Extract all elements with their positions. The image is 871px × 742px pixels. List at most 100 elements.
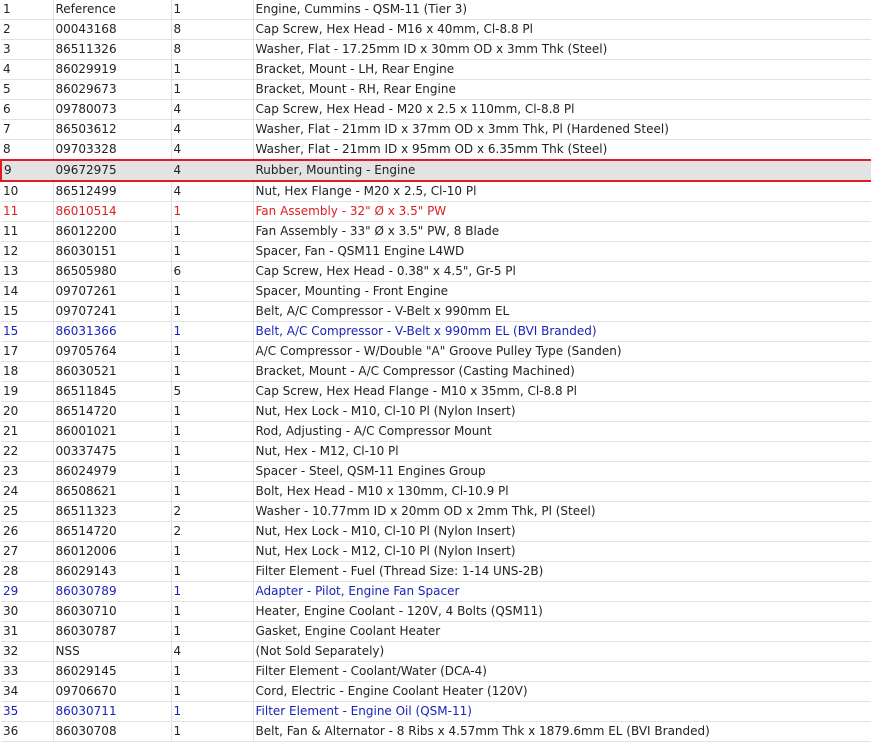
table-row-selected[interactable]: 9 09672975 4 Rubber, Mounting - Engine xyxy=(0,159,871,182)
part-number-cell: 00337475 xyxy=(53,441,172,462)
table-row[interactable]: 13 86505980 6 Cap Screw, Hex Head - 0.38" x… xyxy=(1,261,871,282)
quantity-cell: 1 xyxy=(171,621,254,642)
table-row[interactable]: 11 86010514 1 Fan Assembly - 32" Ø x 3.5" P… xyxy=(1,201,871,222)
quantity-cell: 4 xyxy=(171,99,254,120)
quantity-cell: 1 xyxy=(171,241,254,262)
item-number-cell: 24 xyxy=(1,481,54,502)
table-row[interactable]: 31 86030787 1 Gasket, Engine Coolant Heater xyxy=(1,621,871,642)
item-number-cell: 15 xyxy=(1,301,54,322)
quantity-cell: 2 xyxy=(171,501,254,522)
description-cell: Adapter - Pilot, Engine Fan Spacer xyxy=(253,581,871,602)
table-row[interactable]: 32 NSS 4 (Not Sold Separately) xyxy=(1,641,871,662)
parts-table: 1 Reference 1 Engine, Cummins - QSM-11 (Tie… xyxy=(0,0,871,742)
part-number-cell: 86030708 xyxy=(53,721,172,742)
part-number-cell: 86012200 xyxy=(53,221,172,242)
table-row[interactable]: 1 Reference 1 Engine, Cummins - QSM-11 (Tie… xyxy=(1,0,871,20)
description-cell: Cord, Electric - Engine Coolant Heater (… xyxy=(253,681,871,702)
description-cell: Nut, Hex Flange - M20 x 2.5, Cl-10 Pl xyxy=(253,181,871,202)
table-row[interactable]: 21 86001021 1 Rod, Adjusting - A/C Compress… xyxy=(1,421,871,442)
quantity-cell: 1 xyxy=(171,541,254,562)
table-row[interactable]: 11 86012200 1 Fan Assembly - 33" Ø x 3.5" P… xyxy=(1,221,871,242)
table-row[interactable]: 7 86503612 4 Washer, Flat - 21mm ID x 37mm … xyxy=(1,119,871,140)
quantity-cell: 1 xyxy=(171,79,254,100)
table-row[interactable]: 5 86029673 1 Bracket, Mount - RH, Rear Engi… xyxy=(1,79,871,100)
table-row[interactable]: 22 00337475 1 Nut, Hex - M12, Cl-10 Pl xyxy=(1,441,871,462)
description-cell: Fan Assembly - 33" Ø x 3.5" PW, 8 Blade xyxy=(253,221,871,242)
part-number-cell: 86514720 xyxy=(53,401,172,422)
quantity-cell: 1 xyxy=(171,461,254,482)
description-cell: Belt, A/C Compressor - V-Belt x 990mm EL… xyxy=(253,321,871,342)
description-cell: Spacer, Mounting - Front Engine xyxy=(253,281,871,302)
table-row[interactable]: 19 86511845 5 Cap Screw, Hex Head Flange - … xyxy=(1,381,871,402)
description-cell: Belt, A/C Compressor - V-Belt x 990mm EL xyxy=(253,301,871,322)
item-number-cell: 30 xyxy=(1,601,54,622)
part-number-cell: 86001021 xyxy=(53,421,172,442)
part-number-cell: 09780073 xyxy=(53,99,172,120)
table-row[interactable]: 4 86029919 1 Bracket, Mount - LH, Rear Engi… xyxy=(1,59,871,80)
description-cell: Filter Element - Fuel (Thread Size: 1-14… xyxy=(253,561,871,582)
table-row[interactable]: 33 86029145 1 Filter Element - Coolant/Wate… xyxy=(1,661,871,682)
table-row[interactable]: 34 09706670 1 Cord, Electric - Engine Coola… xyxy=(1,681,871,702)
table-row[interactable]: 15 09707241 1 Belt, A/C Compressor - V-Belt… xyxy=(1,301,871,322)
description-cell: Bracket, Mount - RH, Rear Engine xyxy=(253,79,871,100)
quantity-cell: 1 xyxy=(171,581,254,602)
quantity-cell: 1 xyxy=(171,301,254,322)
item-number-cell: 18 xyxy=(1,361,54,382)
table-row[interactable]: 2 00043168 8 Cap Screw, Hex Head - M16 x 40… xyxy=(1,19,871,40)
table-row[interactable]: 35 86030711 1 Filter Element - Engine Oil (… xyxy=(1,701,871,722)
item-number-cell: 26 xyxy=(1,521,54,542)
description-cell: Bracket, Mount - LH, Rear Engine xyxy=(253,59,871,80)
item-number-cell: 27 xyxy=(1,541,54,562)
quantity-cell: 1 xyxy=(171,561,254,582)
table-row[interactable]: 25 86511323 2 Washer - 10.77mm ID x 20mm OD… xyxy=(1,501,871,522)
description-cell: Nut, Hex Lock - M10, Cl-10 Pl (Nylon Ins… xyxy=(253,521,871,542)
description-cell: Washer - 10.77mm ID x 20mm OD x 2mm Thk,… xyxy=(253,501,871,522)
table-row[interactable]: 24 86508621 1 Bolt, Hex Head - M10 x 130mm,… xyxy=(1,481,871,502)
table-row[interactable]: 26 86514720 2 Nut, Hex Lock - M10, Cl-10 Pl… xyxy=(1,521,871,542)
description-cell: Rod, Adjusting - A/C Compressor Mount xyxy=(253,421,871,442)
description-cell: Spacer, Fan - QSM11 Engine L4WD xyxy=(253,241,871,262)
description-cell: Cap Screw, Hex Head - M16 x 40mm, Cl-8.8… xyxy=(253,19,871,40)
description-cell: Spacer - Steel, QSM-11 Engines Group xyxy=(253,461,871,482)
description-cell: Bolt, Hex Head - M10 x 130mm, Cl-10.9 Pl xyxy=(253,481,871,502)
quantity-cell: 2 xyxy=(171,521,254,542)
quantity-cell: 8 xyxy=(171,39,254,60)
part-number-cell: 86514720 xyxy=(53,521,172,542)
description-cell: Engine, Cummins - QSM-11 (Tier 3) xyxy=(253,0,871,20)
table-row[interactable]: 8 09703328 4 Washer, Flat - 21mm ID x 95mm … xyxy=(1,139,871,161)
description-cell: Filter Element - Engine Oil (QSM-11) xyxy=(253,701,871,722)
quantity-cell: 1 xyxy=(171,601,254,622)
table-row[interactable]: 30 86030710 1 Heater, Engine Coolant - 120V… xyxy=(1,601,871,622)
table-row[interactable]: 10 86512499 4 Nut, Hex Flange - M20 x 2.5, … xyxy=(1,181,871,202)
description-cell: Cap Screw, Hex Head - 0.38" x 4.5", Gr-5… xyxy=(253,261,871,282)
description-cell: Fan Assembly - 32" Ø x 3.5" PW xyxy=(253,201,871,222)
description-cell: (Not Sold Separately) xyxy=(253,641,871,662)
table-row[interactable]: 3 86511326 8 Washer, Flat - 17.25mm ID x 30… xyxy=(1,39,871,60)
table-row[interactable]: 23 86024979 1 Spacer - Steel, QSM-11 Engine… xyxy=(1,461,871,482)
table-row[interactable]: 12 86030151 1 Spacer, Fan - QSM11 Engine L4… xyxy=(1,241,871,262)
quantity-cell: 4 xyxy=(171,641,254,662)
part-number-cell: 86030710 xyxy=(53,601,172,622)
table-row[interactable]: 29 86030789 1 Adapter - Pilot, Engine Fan S… xyxy=(1,581,871,602)
description-cell: A/C Compressor - W/Double "A" Groove Pul… xyxy=(253,341,871,362)
table-row[interactable]: 36 86030708 1 Belt, Fan & Alternator - 8 Ri… xyxy=(1,721,871,742)
description-cell: Gasket, Engine Coolant Heater xyxy=(253,621,871,642)
table-row[interactable]: 20 86514720 1 Nut, Hex Lock - M10, Cl-10 Pl… xyxy=(1,401,871,422)
table-row[interactable]: 6 09780073 4 Cap Screw, Hex Head - M20 x 2.… xyxy=(1,99,871,120)
table-row[interactable]: 28 86029143 1 Filter Element - Fuel (Thread… xyxy=(1,561,871,582)
table-row[interactable]: 27 86012006 1 Nut, Hex Lock - M12, Cl-10 Pl… xyxy=(1,541,871,562)
item-number-cell: 19 xyxy=(1,381,54,402)
part-number-cell: 00043168 xyxy=(53,19,172,40)
table-row[interactable]: 15 86031366 1 Belt, A/C Compressor - V-Belt… xyxy=(1,321,871,342)
quantity-cell: 1 xyxy=(171,441,254,462)
item-number-cell: 8 xyxy=(1,139,54,161)
part-number-cell: 86029673 xyxy=(53,79,172,100)
table-row[interactable]: 14 09707261 1 Spacer, Mounting - Front Engi… xyxy=(1,281,871,302)
description-cell: Rubber, Mounting - Engine xyxy=(253,159,871,182)
item-number-cell: 4 xyxy=(1,59,54,80)
table-row[interactable]: 18 86030521 1 Bracket, Mount - A/C Compress… xyxy=(1,361,871,382)
table-row[interactable]: 17 09705764 1 A/C Compressor - W/Double "A"… xyxy=(1,341,871,362)
part-number-cell: 86030787 xyxy=(53,621,172,642)
quantity-cell: 1 xyxy=(171,701,254,722)
item-number-cell: 21 xyxy=(1,421,54,442)
